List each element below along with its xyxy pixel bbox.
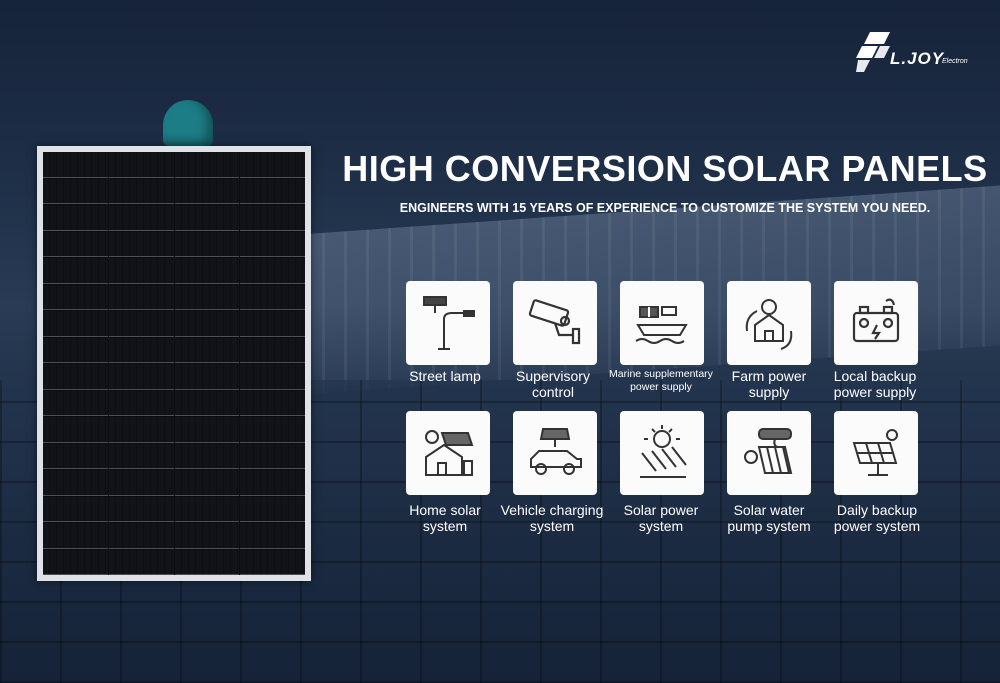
solar-array-icon (640, 425, 687, 478)
panel-cell (240, 364, 305, 390)
panel-cell (240, 311, 305, 337)
panel-cell (174, 311, 240, 337)
panel-cell (43, 152, 108, 178)
brand-name: L.JOY (890, 49, 945, 68)
panel-cell (174, 231, 240, 257)
surveillance-camera-icon (528, 299, 581, 345)
label-line: power supply (833, 384, 917, 400)
tile-supervisory (513, 281, 597, 365)
tile-daily-backup (834, 411, 918, 495)
panel-cell (43, 231, 108, 257)
panel-cell (108, 178, 174, 204)
panel-cell (108, 231, 174, 257)
panel-cell (108, 337, 174, 363)
panel-cell (240, 496, 305, 522)
panel-cell (43, 205, 108, 231)
panel-cell (240, 152, 305, 178)
panel-cell (174, 549, 240, 575)
electric-car-icon (530, 428, 582, 475)
panel-cell (240, 523, 305, 549)
panel-cell (174, 364, 240, 390)
panel-cell (174, 496, 240, 522)
panel-cell (240, 284, 305, 310)
panel-cell (108, 523, 174, 549)
panel-cell (240, 549, 305, 575)
panel-cell (108, 417, 174, 443)
panel-cell (108, 258, 174, 284)
panel-cell (174, 417, 240, 443)
panel-cell (43, 417, 108, 443)
panel-cell (43, 443, 108, 469)
brand-subname: Electron (942, 58, 968, 65)
page-title: HIGH CONVERSION SOLAR PANELS (342, 148, 988, 189)
brand-logo: L.JOY Electron (856, 32, 976, 80)
panel-cell (174, 523, 240, 549)
panel-cell (240, 470, 305, 496)
panel-cell (108, 496, 174, 522)
panel-cell (108, 364, 174, 390)
page-subtitle: ENGINEERS WITH 15 YEARS OF EXPERIENCE TO… (399, 201, 931, 215)
panel-cell (240, 443, 305, 469)
tile-street-lamp (406, 281, 490, 365)
panel-cell (43, 390, 108, 416)
label-line: Daily backup (836, 502, 918, 518)
label-line: Local backup (833, 368, 917, 384)
tile-local-backup (834, 281, 918, 365)
panel-cell (174, 284, 240, 310)
solar-panel-stand-icon (852, 429, 898, 476)
panel-cell (43, 364, 108, 390)
battery-icon (852, 298, 900, 343)
tile-vehicle (513, 411, 597, 495)
panel-cell (108, 205, 174, 231)
panel-cell (43, 549, 108, 575)
panel-cell (240, 337, 305, 363)
worker-helmet (163, 100, 213, 146)
panel-cell (174, 205, 240, 231)
tile-home-solar (406, 411, 490, 495)
water-heater-icon (744, 428, 793, 474)
home-solar-icon (425, 430, 474, 476)
panel-cell (240, 231, 305, 257)
solar-panel-cells (43, 152, 305, 575)
panel-cell (174, 178, 240, 204)
panel-cell (43, 470, 108, 496)
panel-cell (174, 470, 240, 496)
panel-cell (174, 337, 240, 363)
farm-house-icon (745, 299, 793, 350)
panel-cell (240, 390, 305, 416)
panel-cell (174, 258, 240, 284)
panel-cell (43, 311, 108, 337)
label-line: power system (833, 518, 921, 534)
tile-solar-power (620, 411, 704, 495)
panel-cell (174, 443, 240, 469)
solar-panel-product (37, 146, 311, 581)
panel-cell (108, 390, 174, 416)
panel-cell (43, 496, 108, 522)
panel-cell (43, 258, 108, 284)
panel-cell (240, 205, 305, 231)
panel-cell (108, 311, 174, 337)
panel-cell (108, 152, 174, 178)
panel-cell (174, 152, 240, 178)
panel-cell (240, 258, 305, 284)
panel-cell (108, 549, 174, 575)
tile-farm (727, 281, 811, 365)
panel-cell (240, 178, 305, 204)
panel-cell (108, 470, 174, 496)
panel-cell (108, 443, 174, 469)
panel-cell (43, 523, 108, 549)
panel-cell (43, 337, 108, 363)
panel-cell (240, 417, 305, 443)
tile-marine (620, 281, 704, 365)
ship-icon (635, 306, 688, 344)
panel-cell (174, 390, 240, 416)
logo-mark-icon (856, 32, 890, 72)
panel-cell (43, 284, 108, 310)
panel-cell (108, 284, 174, 310)
tile-solar-water (727, 411, 811, 495)
label-daily-backup: Daily backup power system (812, 502, 942, 534)
panel-cell (43, 178, 108, 204)
label-local-backup: Local backup power supply (810, 368, 940, 400)
street-lamp-icon (423, 296, 475, 350)
